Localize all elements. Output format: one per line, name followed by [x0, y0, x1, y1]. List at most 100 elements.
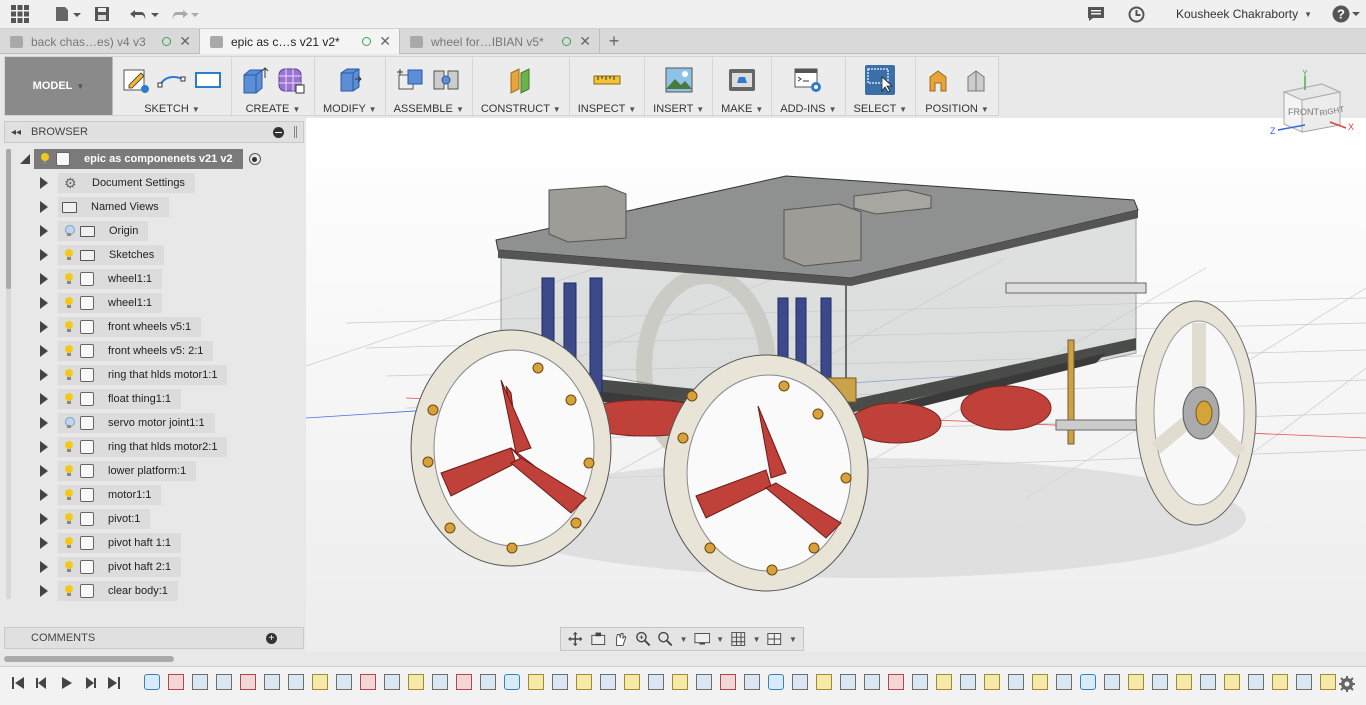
- visibility-bulb-icon[interactable]: [64, 513, 74, 525]
- timeline-feature-icon[interactable]: [648, 674, 664, 690]
- expand-triangle-icon[interactable]: [40, 489, 48, 501]
- tree-item[interactable]: Named Views: [4, 195, 304, 219]
- timeline-feature-icon[interactable]: [576, 674, 592, 690]
- timeline-last-icon[interactable]: [106, 675, 122, 691]
- modify-group[interactable]: MODIFY ▼: [315, 57, 386, 115]
- timeline-feature-icon[interactable]: [432, 674, 448, 690]
- visibility-bulb-icon[interactable]: [64, 489, 74, 501]
- create-group[interactable]: CREATE ▼: [232, 57, 315, 115]
- timeline-feature-icon[interactable]: [600, 674, 616, 690]
- timeline-feature-icon[interactable]: [408, 674, 424, 690]
- expand-triangle-icon[interactable]: [40, 393, 48, 405]
- press-pull-icon[interactable]: [335, 65, 365, 95]
- timeline-feature-icon[interactable]: [744, 674, 760, 690]
- tree-item[interactable]: pivot haft 2:1: [4, 555, 304, 579]
- tree-item[interactable]: ⚙ Document Settings: [4, 171, 304, 195]
- timeline-feature-icon[interactable]: [168, 674, 184, 690]
- timeline-feature-icon[interactable]: [528, 674, 544, 690]
- visibility-bulb-icon[interactable]: [64, 321, 74, 333]
- expand-triangle-icon[interactable]: [40, 465, 48, 477]
- timeline-feature-icon[interactable]: [456, 674, 472, 690]
- timeline-next-icon[interactable]: [82, 675, 98, 691]
- tree-item[interactable]: ring that hlds motor1:1: [4, 363, 304, 387]
- timeline-feature-icon[interactable]: [672, 674, 688, 690]
- joint-icon[interactable]: [432, 65, 462, 95]
- minimize-icon[interactable]: [273, 126, 284, 138]
- timeline-feature-icon[interactable]: [144, 674, 160, 690]
- workspace-model-button[interactable]: MODEL ▼: [5, 57, 113, 115]
- visibility-bulb-icon[interactable]: [64, 345, 74, 357]
- timeline-feature-icon[interactable]: [288, 674, 304, 690]
- 3d-print-icon[interactable]: [727, 65, 757, 95]
- visibility-bulb-icon[interactable]: [64, 441, 74, 453]
- visibility-bulb-icon[interactable]: [64, 561, 74, 573]
- add-ins-group[interactable]: ADD-INS ▼: [772, 57, 846, 115]
- panel-grip-icon[interactable]: [294, 126, 297, 138]
- timeline-feature-icon[interactable]: [960, 674, 976, 690]
- timeline-feature-icon[interactable]: [1056, 674, 1072, 690]
- timeline-feature-icon[interactable]: [1032, 674, 1048, 690]
- timeline-feature-icon[interactable]: [504, 674, 520, 690]
- horizontal-scrollbar[interactable]: [4, 656, 174, 662]
- timeline-feature-icon[interactable]: [216, 674, 232, 690]
- visibility-bulb-icon[interactable]: [40, 153, 50, 165]
- insert-image-icon[interactable]: [664, 65, 694, 95]
- expand-triangle-icon[interactable]: [40, 537, 48, 549]
- tree-item[interactable]: Origin: [4, 219, 304, 243]
- extrude-icon[interactable]: [240, 65, 270, 95]
- browser-header[interactable]: ◂◂ BROWSER: [4, 121, 304, 143]
- pan-hand-icon[interactable]: [612, 630, 629, 648]
- timeline-feature-icon[interactable]: [1320, 674, 1336, 690]
- construct-group[interactable]: CONSTRUCT ▼: [473, 57, 570, 115]
- comments-icon[interactable]: [1076, 0, 1116, 29]
- timeline-feature-icon[interactable]: [1224, 674, 1240, 690]
- create-sketch-icon[interactable]: [121, 65, 151, 95]
- timeline-feature-icon[interactable]: [1200, 674, 1216, 690]
- history-clock-icon[interactable]: [1116, 0, 1156, 29]
- tree-item[interactable]: lower platform:1: [4, 459, 304, 483]
- visibility-bulb-icon[interactable]: [64, 225, 75, 237]
- timeline-feature-icon[interactable]: [840, 674, 856, 690]
- expand-triangle-icon[interactable]: [40, 513, 48, 525]
- orbit-icon[interactable]: [567, 630, 584, 648]
- close-tab-icon[interactable]: ✕: [379, 33, 391, 50]
- timeline-feature-icon[interactable]: [888, 674, 904, 690]
- expand-triangle-icon[interactable]: [40, 585, 48, 597]
- timeline-feature-icon[interactable]: [192, 674, 208, 690]
- assemble-group[interactable]: ASSEMBLE ▼: [386, 57, 473, 115]
- timeline-feature-icon[interactable]: [1128, 674, 1144, 690]
- timeline-feature-icon[interactable]: [792, 674, 808, 690]
- expand-triangle-icon[interactable]: [40, 441, 48, 453]
- caret-down-icon[interactable]: ▼: [753, 635, 761, 644]
- comments-panel[interactable]: COMMENTS +: [4, 627, 304, 649]
- timeline-feature-icon[interactable]: [240, 674, 256, 690]
- new-component-icon[interactable]: [396, 65, 426, 95]
- grid-settings-icon[interactable]: [730, 630, 747, 648]
- timeline-feature-icon[interactable]: [384, 674, 400, 690]
- caret-down-icon[interactable]: ▼: [716, 635, 724, 644]
- expand-triangle-icon[interactable]: [40, 225, 48, 237]
- user-menu[interactable]: Kousheek Chakraborty ▼: [1156, 7, 1326, 21]
- make-group[interactable]: MAKE ▼: [713, 57, 773, 115]
- expand-triangle-icon[interactable]: [40, 417, 48, 429]
- collapse-left-icon[interactable]: ◂◂: [11, 127, 21, 138]
- display-settings-icon[interactable]: [694, 630, 711, 648]
- 3d-viewport[interactable]: [306, 118, 1366, 652]
- timeline-feature-icon[interactable]: [312, 674, 328, 690]
- expand-triangle-icon[interactable]: [40, 273, 48, 285]
- timeline-play-icon[interactable]: [58, 675, 74, 691]
- select-group[interactable]: SELECT ▼: [846, 57, 917, 115]
- expand-triangle-icon[interactable]: [40, 201, 48, 213]
- fit-zoom-icon[interactable]: [657, 630, 674, 648]
- measure-icon[interactable]: [592, 65, 622, 95]
- visibility-bulb-icon[interactable]: [64, 417, 75, 429]
- revert-position-icon[interactable]: [960, 65, 990, 95]
- expand-triangle-icon[interactable]: [40, 561, 48, 573]
- tree-item[interactable]: clear body:1: [4, 579, 304, 603]
- timeline-feature-icon[interactable]: [552, 674, 568, 690]
- timeline-previous-icon[interactable]: [34, 675, 50, 691]
- timeline-feature-icon[interactable]: [360, 674, 376, 690]
- tree-item[interactable]: motor1:1: [4, 483, 304, 507]
- zoom-icon[interactable]: [635, 630, 652, 648]
- look-at-icon[interactable]: [590, 630, 607, 648]
